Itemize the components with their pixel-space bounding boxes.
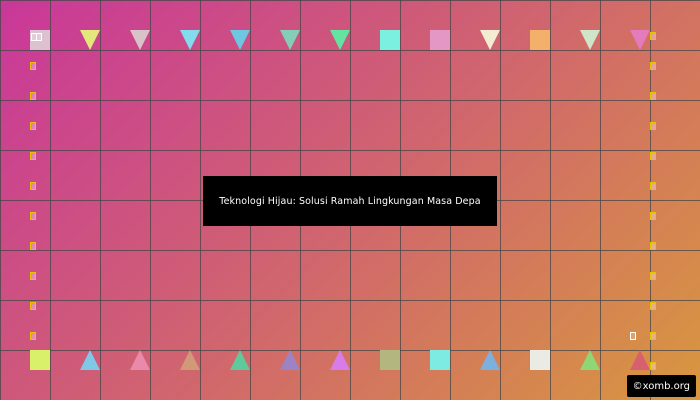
right-marker-icon	[650, 152, 656, 160]
top-triangle-down-icon	[130, 30, 150, 50]
bottom-triangle-up-icon	[230, 350, 250, 370]
bottom-triangle-up-icon	[130, 350, 150, 370]
right-marker-icon	[650, 332, 656, 340]
left-marker-icon	[30, 92, 36, 100]
top-triangle-down-icon	[80, 30, 100, 50]
banner-canvas: Teknologi Hijau: Solusi Ramah Lingkungan…	[0, 0, 700, 400]
top-triangle-down-icon	[630, 30, 650, 50]
title-text: Teknologi Hijau: Solusi Ramah Lingkungan…	[219, 195, 481, 207]
left-marker-icon	[30, 62, 36, 70]
top-triangle-down-icon	[230, 30, 250, 50]
bottom-triangle-up-icon	[630, 350, 650, 370]
left-marker-icon	[30, 242, 36, 250]
right-marker-icon	[650, 272, 656, 280]
right-marker-icon	[650, 62, 656, 70]
right-marker-icon	[650, 122, 656, 130]
right-marker-icon	[650, 182, 656, 190]
bottom-triangle-up-icon	[280, 350, 300, 370]
watermark-badge[interactable]: ©xomb.org	[626, 375, 696, 397]
top-square-icon	[430, 30, 450, 50]
left-marker-icon	[30, 122, 36, 130]
right-marker-icon	[650, 242, 656, 250]
right-marker-icon	[650, 92, 656, 100]
bottom-triangle-up-icon	[180, 350, 200, 370]
top-triangle-down-icon	[280, 30, 300, 50]
bottom-triangle-up-icon	[580, 350, 600, 370]
left-marker-icon	[30, 272, 36, 280]
corner-marker-icon	[36, 33, 42, 41]
left-marker-icon	[30, 182, 36, 190]
top-square-icon	[380, 30, 400, 50]
right-marker-icon	[650, 212, 656, 220]
bottom-square-icon	[30, 350, 50, 370]
bottom-square-icon	[430, 350, 450, 370]
left-marker-icon	[30, 152, 36, 160]
bottom-triangle-up-icon	[80, 350, 100, 370]
watermark-text: ©xomb.org	[632, 380, 690, 392]
bottom-square-icon	[380, 350, 400, 370]
right-marker-icon	[650, 362, 656, 370]
bottom-triangle-up-icon	[480, 350, 500, 370]
corner-marker-icon	[630, 332, 636, 340]
right-marker-icon	[650, 32, 656, 40]
top-triangle-down-icon	[480, 30, 500, 50]
left-marker-icon	[30, 302, 36, 310]
left-marker-icon	[30, 212, 36, 220]
top-triangle-down-icon	[580, 30, 600, 50]
left-marker-icon	[30, 332, 36, 340]
top-square-icon	[530, 30, 550, 50]
title-banner: Teknologi Hijau: Solusi Ramah Lingkungan…	[203, 176, 497, 226]
top-triangle-down-icon	[330, 30, 350, 50]
bottom-square-icon	[530, 350, 550, 370]
bottom-triangle-up-icon	[330, 350, 350, 370]
right-marker-icon	[650, 302, 656, 310]
top-triangle-down-icon	[180, 30, 200, 50]
